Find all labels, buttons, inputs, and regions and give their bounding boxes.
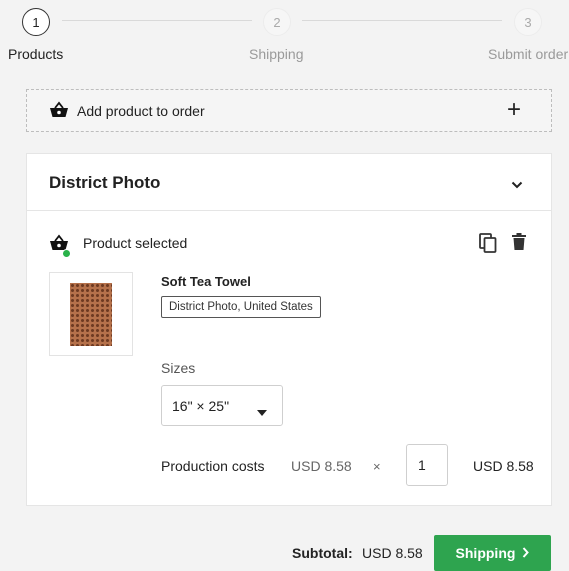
chevron-right-icon	[522, 545, 530, 561]
step-connector	[302, 20, 502, 21]
shipping-button-label: Shipping	[455, 545, 516, 561]
subtotal-value: USD 8.58	[362, 545, 423, 561]
tea-towel-image	[70, 283, 112, 346]
supplier-badge: District Photo, United States	[161, 296, 321, 318]
plus-icon[interactable]: +	[507, 96, 521, 124]
shipping-next-button[interactable]: Shipping	[434, 535, 551, 571]
chevron-down-icon[interactable]	[511, 176, 523, 194]
unit-cost: USD 8.58	[291, 458, 352, 474]
size-dropdown[interactable]: 16" × 25"	[161, 385, 283, 426]
step-2-circle[interactable]: 2	[263, 8, 291, 36]
store-card-header[interactable]: District Photo	[27, 154, 551, 211]
step-connector	[62, 20, 252, 21]
step-2-number: 2	[273, 14, 281, 30]
size-selected-value: 16" × 25"	[172, 398, 230, 414]
multiply-sign: ×	[373, 459, 381, 474]
step-1-label[interactable]: Products	[8, 46, 63, 62]
step-3-label[interactable]: Submit order	[488, 46, 568, 62]
store-card: District Photo Product selected Soft Tea…	[26, 153, 552, 506]
subtotal-label: Subtotal:	[292, 545, 353, 561]
product-selected-label: Product selected	[83, 235, 188, 251]
quantity-input[interactable]	[406, 444, 448, 486]
step-3-circle[interactable]: 3	[514, 8, 542, 36]
copy-icon[interactable]	[479, 233, 497, 258]
order-stepper: 1 2 3 Products Shipping Submit order	[0, 6, 569, 66]
product-thumbnail	[49, 272, 133, 356]
step-1-circle[interactable]: 1	[22, 8, 50, 36]
product-name: Soft Tea Towel	[161, 274, 251, 289]
step-2-label[interactable]: Shipping	[249, 46, 304, 62]
line-total: USD 8.58	[473, 458, 534, 474]
store-title: District Photo	[49, 173, 161, 192]
add-product-button[interactable]: Add product to order +	[26, 89, 552, 132]
trash-icon[interactable]	[512, 233, 526, 256]
sizes-label: Sizes	[161, 360, 196, 376]
caret-down-icon	[257, 403, 267, 421]
step-1-number: 1	[32, 14, 40, 30]
step-3-number: 3	[524, 14, 532, 30]
add-product-label: Add product to order	[77, 103, 205, 119]
basket-icon	[49, 101, 69, 124]
production-costs-label: Production costs	[161, 458, 265, 474]
status-dot-icon	[62, 249, 71, 258]
